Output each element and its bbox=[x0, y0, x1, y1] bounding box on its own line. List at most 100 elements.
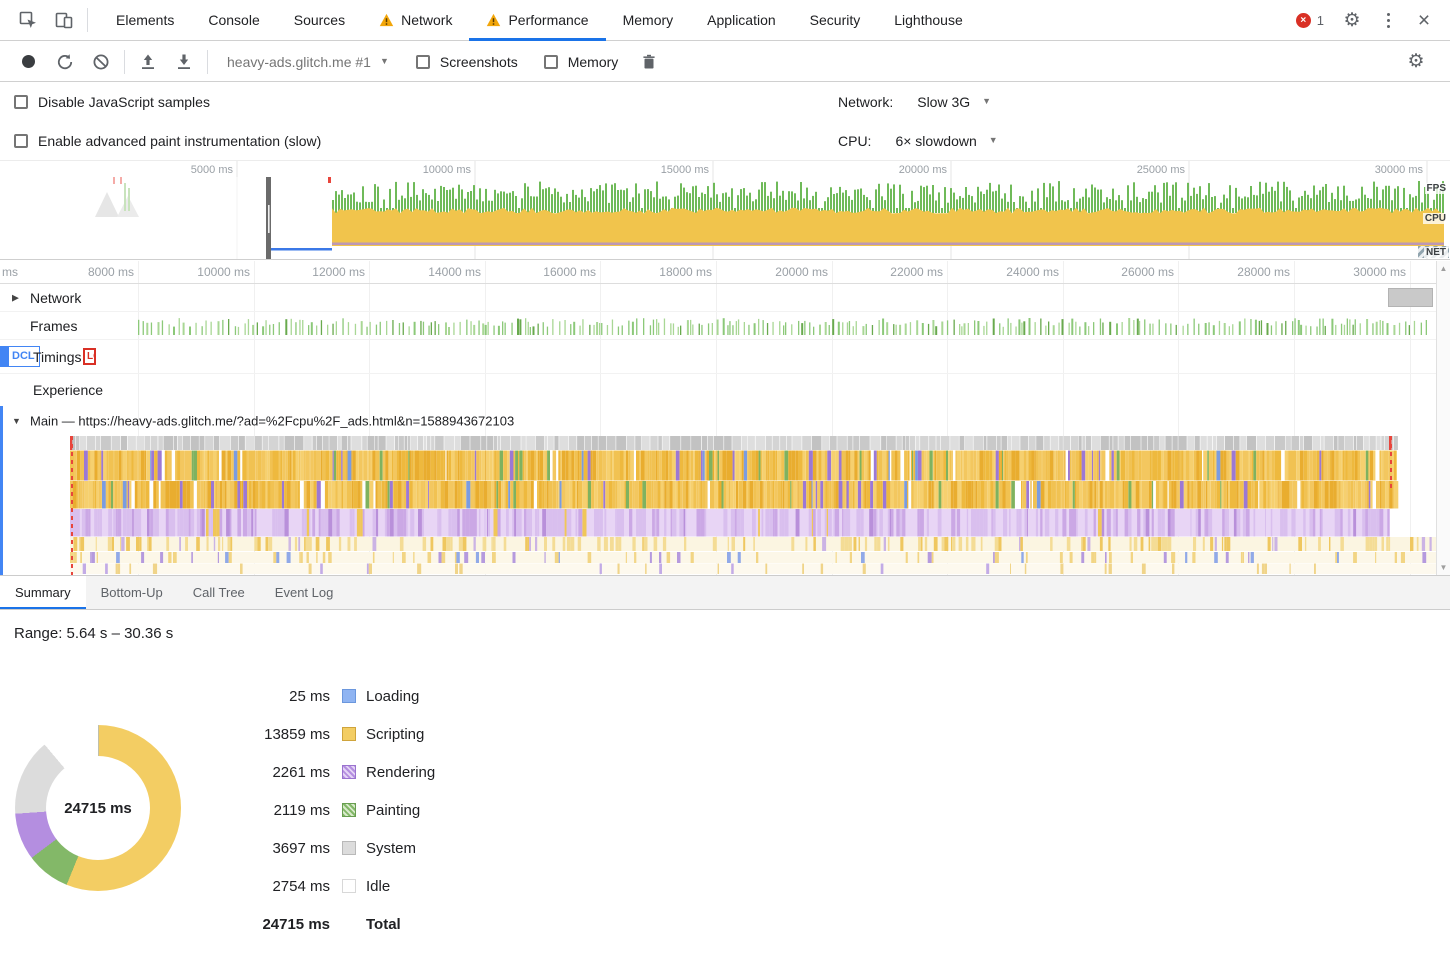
close-devtools-icon[interactable]: × bbox=[1406, 3, 1442, 37]
caret-down-icon: ▼ bbox=[380, 57, 389, 66]
tab-application[interactable]: Application bbox=[690, 0, 793, 41]
ruler-label: 14000 ms bbox=[405, 265, 481, 279]
frames-track[interactable]: Frames bbox=[0, 312, 1450, 340]
legend-value: 13859 ms bbox=[250, 726, 330, 743]
loading-swatch bbox=[342, 689, 356, 703]
scroll-up-icon[interactable]: ▲ bbox=[1437, 264, 1450, 273]
legend-total-value: 24715 ms bbox=[250, 916, 330, 933]
experience-track[interactable]: Experience bbox=[0, 374, 1450, 406]
capture-options-row-1: Disable JavaScript samples Network: Slow… bbox=[0, 82, 1450, 121]
overview-time-label: 20000 ms bbox=[873, 164, 947, 176]
tab-label: Elements bbox=[116, 12, 174, 28]
network-track[interactable]: ▶ Network bbox=[0, 284, 1450, 312]
legend-label: Idle bbox=[366, 878, 390, 895]
load-profile-icon[interactable] bbox=[130, 46, 166, 78]
timeline-overview-strip[interactable]: 5000 ms 10000 ms 15000 ms 20000 ms 25000… bbox=[0, 160, 1450, 260]
warning-icon bbox=[486, 13, 501, 27]
caret-down-icon: ▼ bbox=[982, 97, 991, 106]
lcp-marker-badge[interactable]: LCP bbox=[83, 348, 96, 365]
history-select[interactable]: heavy-ads.glitch.me #1 ▼ bbox=[227, 54, 389, 70]
history-selected-value: heavy-ads.glitch.me #1 bbox=[227, 54, 371, 70]
painting-swatch bbox=[342, 803, 356, 817]
tab-sources[interactable]: Sources bbox=[277, 0, 362, 41]
main-track-label: Main — https://heavy-ads.glitch.me/?ad=%… bbox=[30, 414, 514, 429]
devtools-tabbar: Elements Console Sources Network Perform… bbox=[0, 0, 1450, 41]
legend-total-row: 24715 ms Total bbox=[250, 905, 435, 943]
save-profile-icon[interactable] bbox=[166, 46, 202, 78]
toolbar-separator bbox=[124, 50, 125, 74]
disclosure-triangle-icon[interactable]: ▼ bbox=[12, 416, 21, 426]
memory-checkbox-row: Memory bbox=[544, 54, 619, 70]
perf-settings-gear-icon[interactable]: ⚙ bbox=[1398, 46, 1434, 78]
ruler-label: 24000 ms bbox=[983, 265, 1059, 279]
disclosure-triangle-icon[interactable]: ▶ bbox=[12, 292, 19, 303]
tab-bottom-up[interactable]: Bottom-Up bbox=[86, 576, 178, 609]
clear-recording-icon[interactable] bbox=[83, 46, 119, 78]
vertical-scrollbar[interactable]: ▲ ▼ bbox=[1436, 261, 1450, 575]
network-track-scrollbar[interactable] bbox=[1388, 288, 1433, 307]
tab-security[interactable]: Security bbox=[793, 0, 878, 41]
legend-label: Scripting bbox=[366, 726, 424, 743]
advanced-paint-checkbox[interactable] bbox=[14, 134, 28, 148]
legend-value: 2261 ms bbox=[250, 764, 330, 781]
settings-gear-icon[interactable]: ⚙ bbox=[1334, 3, 1370, 37]
tab-elements[interactable]: Elements bbox=[99, 0, 191, 41]
main-track-header[interactable]: ▼ Main — https://heavy-ads.glitch.me/?ad… bbox=[0, 406, 1450, 436]
cpu-throttle-select[interactable]: 6× slowdown ▼ bbox=[895, 133, 997, 149]
tab-call-tree[interactable]: Call Tree bbox=[178, 576, 260, 609]
scroll-down-icon[interactable]: ▼ bbox=[1437, 563, 1450, 572]
panel-tabs: Elements Console Sources Network Perform… bbox=[99, 0, 980, 41]
record-button[interactable] bbox=[22, 55, 35, 68]
overview-time-label: 25000 ms bbox=[1111, 164, 1185, 176]
tab-label: Memory bbox=[623, 12, 674, 28]
tab-memory[interactable]: Memory bbox=[606, 0, 691, 41]
timings-track[interactable]: DCL Timings LCP bbox=[0, 340, 1450, 374]
toolbar-separator bbox=[87, 8, 88, 32]
summary-legend: 25 ms Loading 13859 ms Scripting 2261 ms… bbox=[250, 677, 435, 943]
tab-label: Console bbox=[208, 12, 259, 28]
inspect-element-icon[interactable] bbox=[10, 3, 46, 37]
memory-checkbox[interactable] bbox=[544, 55, 558, 69]
timeline-ruler: ms 8000 ms 10000 ms 12000 ms 14000 ms 16… bbox=[0, 261, 1450, 284]
legend-row: 2119 ms Painting bbox=[250, 791, 435, 829]
tab-console[interactable]: Console bbox=[191, 0, 276, 41]
disable-js-samples-checkbox[interactable] bbox=[14, 95, 28, 109]
experience-track-label: Experience bbox=[33, 382, 103, 398]
tab-summary[interactable]: Summary bbox=[0, 576, 86, 609]
legend-label: System bbox=[366, 840, 416, 857]
advanced-paint-row: Enable advanced paint instrumentation (s… bbox=[14, 133, 321, 149]
network-track-label: Network bbox=[30, 290, 81, 306]
reload-and-record-icon[interactable] bbox=[47, 46, 83, 78]
tab-performance[interactable]: Performance bbox=[469, 0, 605, 41]
frames-track-label: Frames bbox=[30, 318, 77, 334]
error-icon: × bbox=[1296, 13, 1311, 28]
advanced-paint-label: Enable advanced paint instrumentation (s… bbox=[38, 133, 321, 149]
main-flame-chart[interactable] bbox=[0, 436, 1450, 575]
tab-label: Lighthouse bbox=[894, 12, 963, 28]
console-error-badge[interactable]: × 1 bbox=[1296, 13, 1324, 28]
device-toolbar-icon[interactable] bbox=[46, 3, 82, 37]
legend-row: 25 ms Loading bbox=[250, 677, 435, 715]
screenshots-checkbox[interactable] bbox=[416, 55, 430, 69]
network-throttle-select[interactable]: Slow 3G ▼ bbox=[917, 94, 991, 110]
system-swatch bbox=[342, 841, 356, 855]
dcl-marker-line bbox=[0, 346, 8, 367]
flame-chart-canvas bbox=[0, 436, 1450, 575]
more-options-icon[interactable] bbox=[1370, 3, 1406, 37]
tab-label: Performance bbox=[508, 12, 588, 28]
tab-lighthouse[interactable]: Lighthouse bbox=[877, 0, 980, 41]
legend-row: 2754 ms Idle bbox=[250, 867, 435, 905]
ruler-label: 20000 ms bbox=[752, 265, 828, 279]
tab-network[interactable]: Network bbox=[362, 0, 469, 41]
net-stream-label: NET bbox=[1424, 247, 1448, 258]
tab-event-log[interactable]: Event Log bbox=[260, 576, 349, 609]
performance-toolbar: heavy-ads.glitch.me #1 ▼ Screenshots Mem… bbox=[0, 42, 1450, 82]
ruler-label: 18000 ms bbox=[636, 265, 712, 279]
legend-label: Loading bbox=[366, 688, 419, 705]
ruler-label: 30000 ms bbox=[1330, 265, 1406, 279]
error-count: 1 bbox=[1317, 13, 1324, 28]
ruler-label: 10000 ms bbox=[174, 265, 250, 279]
garbage-collect-icon[interactable] bbox=[631, 46, 667, 78]
overview-time-label: 10000 ms bbox=[397, 164, 471, 176]
ruler-label: 16000 ms bbox=[520, 265, 596, 279]
